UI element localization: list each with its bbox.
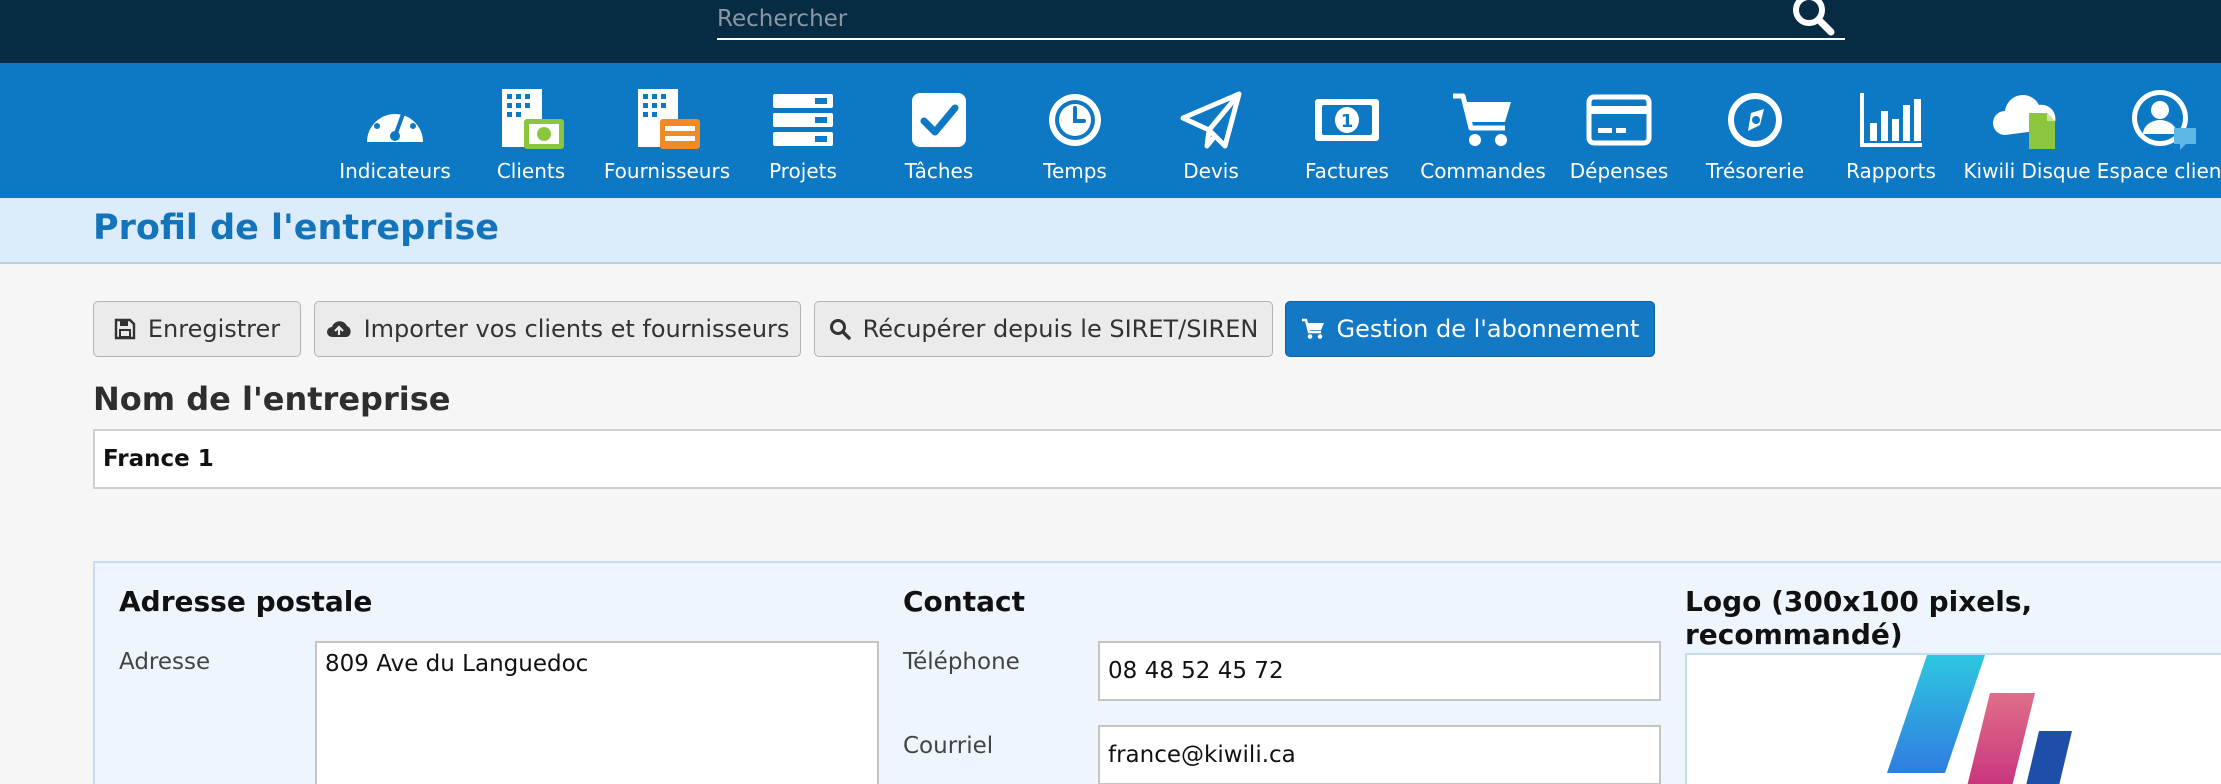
svg-text:1: 1 (1341, 111, 1354, 132)
address-textarea[interactable]: 809 Ave du Languedoc (315, 641, 879, 784)
save-button[interactable]: Enregistrer (93, 301, 301, 357)
nav-item-clients[interactable]: Clients (463, 63, 599, 198)
nav-item-fournisseurs[interactable]: Fournisseurs (599, 63, 735, 198)
nav-label: Dépenses (1569, 159, 1669, 183)
nav-item-commandes[interactable]: Commandes (1415, 63, 1551, 198)
company-logo-image (1887, 655, 2072, 784)
nav-label: Projets (769, 159, 837, 183)
nav-label: Fournisseurs (603, 159, 731, 183)
nav-label: Commandes (1420, 159, 1546, 183)
cart-icon (1301, 318, 1324, 339)
top-bar (0, 0, 2221, 63)
search-box (717, 0, 1845, 40)
user-chat-icon (2132, 90, 2196, 150)
suppliers-icon (638, 89, 700, 149)
nav-label: Indicateurs (339, 159, 451, 183)
company-name-input[interactable] (93, 429, 2221, 489)
nav-label: Rapports (1846, 159, 1936, 183)
search-button[interactable] (1789, 0, 1837, 38)
email-input[interactable] (1098, 725, 1661, 784)
nav-item-factures[interactable]: 1 Factures (1279, 63, 1415, 198)
invoice-icon: 1 (1315, 99, 1379, 141)
nav-label: Tâches (904, 159, 974, 183)
compass-icon (1728, 93, 1782, 147)
details-panel: Adresse postale Adresse 809 Ave du Langu… (93, 561, 2221, 784)
import-button-label: Importer vos clients et fournisseurs (363, 315, 790, 343)
nav-item-rapports[interactable]: Rapports (1823, 63, 1959, 198)
main-nav: Indicateurs Clients Fournisseurs Projets… (0, 63, 2221, 198)
clients-icon (502, 89, 564, 149)
cloud-file-icon (1993, 95, 2056, 149)
nav-item-espace-client[interactable]: Espace client (2095, 63, 2221, 198)
cart-icon (1453, 93, 1511, 146)
nav-item-tresorerie[interactable]: Trésorerie (1687, 63, 1823, 198)
nav-item-taches[interactable]: Tâches (871, 63, 1007, 198)
nav-label: Devis (1183, 159, 1239, 183)
credit-card-icon (1586, 94, 1652, 146)
nav-label: Temps (1043, 159, 1107, 183)
cloud-upload-icon (326, 321, 351, 337)
nav-label: Clients (496, 159, 566, 183)
search-input[interactable] (717, 0, 1777, 38)
company-name-label: Nom de l'entreprise (93, 380, 451, 418)
nav-item-kiwili-disque[interactable]: Kiwili Disque (1959, 63, 2095, 198)
import-button[interactable]: Importer vos clients et fournisseurs (314, 301, 801, 357)
floppy-disk-icon (114, 318, 136, 340)
nav-label: Factures (1305, 159, 1389, 183)
search-icon (1793, 0, 1835, 36)
subscription-button-label: Gestion de l'abonnement (1336, 315, 1640, 343)
paper-plane-icon (1180, 91, 1242, 149)
nav-item-indicateurs[interactable]: Indicateurs (327, 63, 463, 198)
subscription-button[interactable]: Gestion de l'abonnement (1285, 301, 1655, 357)
nav-label: Trésorerie (1705, 159, 1805, 183)
siret-button[interactable]: Récupérer depuis le SIRET/SIREN (814, 301, 1273, 357)
siret-button-label: Récupérer depuis le SIRET/SIREN (862, 315, 1259, 343)
logo-title: Logo (300x100 pixels, recommandé) (1685, 585, 2033, 651)
address-title: Adresse postale (119, 585, 373, 618)
nav-item-depenses[interactable]: Dépenses (1551, 63, 1687, 198)
address-label: Adresse (119, 649, 211, 675)
contact-title: Contact (903, 585, 1025, 618)
phone-input[interactable] (1098, 641, 1661, 701)
nav-label: Kiwili Disque (1963, 159, 2091, 183)
logo-upload-area[interactable] (1685, 653, 2221, 784)
email-label: Courriel (903, 733, 994, 759)
dashboard-icon (367, 103, 423, 142)
nav-item-projets[interactable]: Projets (735, 63, 871, 198)
save-button-label: Enregistrer (147, 315, 281, 343)
nav-item-temps[interactable]: Temps (1007, 63, 1143, 198)
bar-chart-icon (1860, 93, 1922, 147)
page-title: Profil de l'entreprise (93, 208, 500, 248)
clock-icon (1049, 94, 1101, 146)
phone-label: Téléphone (903, 649, 1020, 675)
search-icon (829, 319, 851, 340)
nav-label: Espace client (2096, 159, 2221, 183)
title-bar: Profil de l'entreprise (0, 198, 2221, 264)
tasks-icon (912, 93, 966, 147)
projects-icon (773, 94, 833, 146)
nav-item-devis[interactable]: Devis (1143, 63, 1279, 198)
